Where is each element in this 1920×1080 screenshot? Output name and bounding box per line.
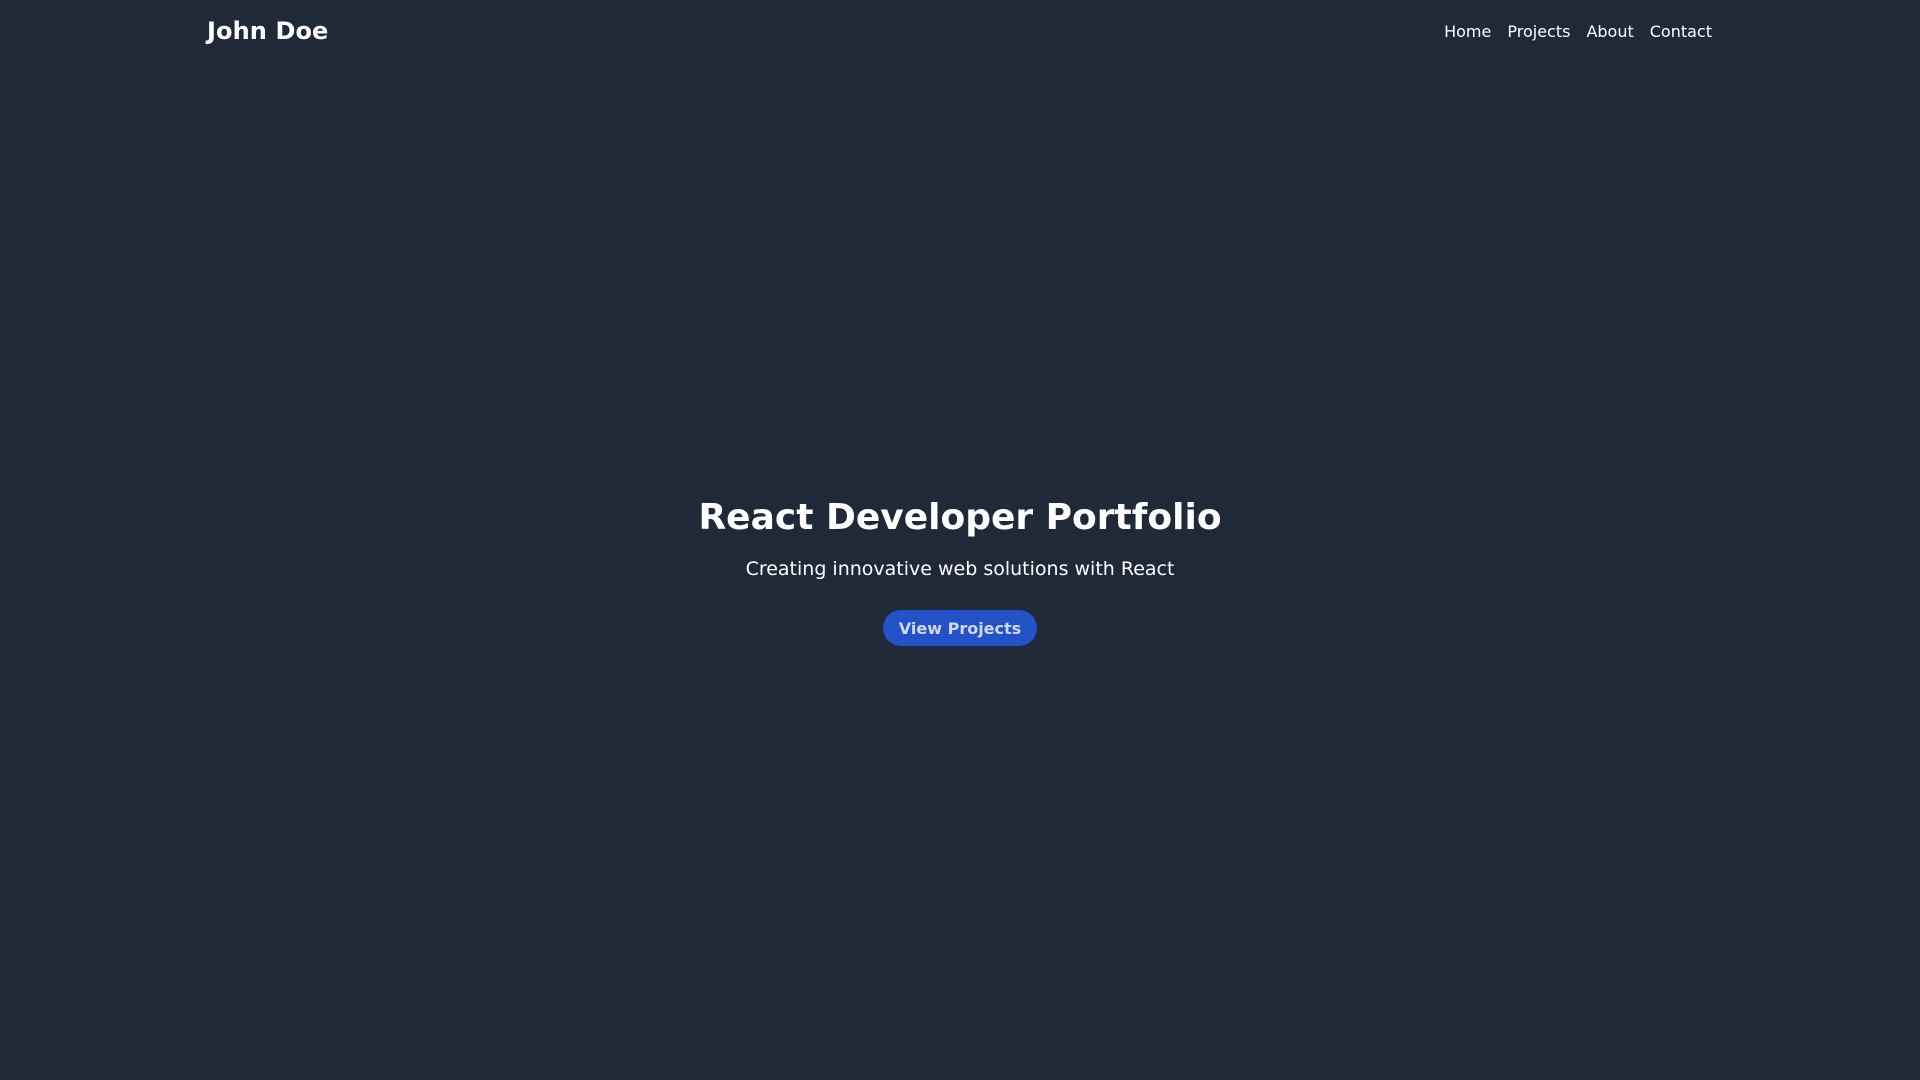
nav-link-about[interactable]: About (1586, 22, 1633, 41)
main-nav: Home Projects About Contact (1444, 22, 1712, 41)
portfolio-page: John Doe Home Projects About Contact Rea… (0, 0, 1920, 1080)
top-navbar: John Doe Home Projects About Contact (0, 0, 1920, 62)
nav-link-projects[interactable]: Projects (1507, 22, 1570, 41)
hero-title: React Developer Portfolio (698, 497, 1222, 538)
nav-link-home[interactable]: Home (1444, 22, 1491, 41)
hero-subtitle: Creating innovative web solutions with R… (745, 558, 1175, 580)
hero-section: React Developer Portfolio Creating innov… (0, 62, 1920, 1080)
view-projects-button[interactable]: View Projects (882, 610, 1038, 646)
nav-link-contact[interactable]: Contact (1650, 22, 1712, 41)
brand-name[interactable]: John Doe (207, 17, 328, 45)
